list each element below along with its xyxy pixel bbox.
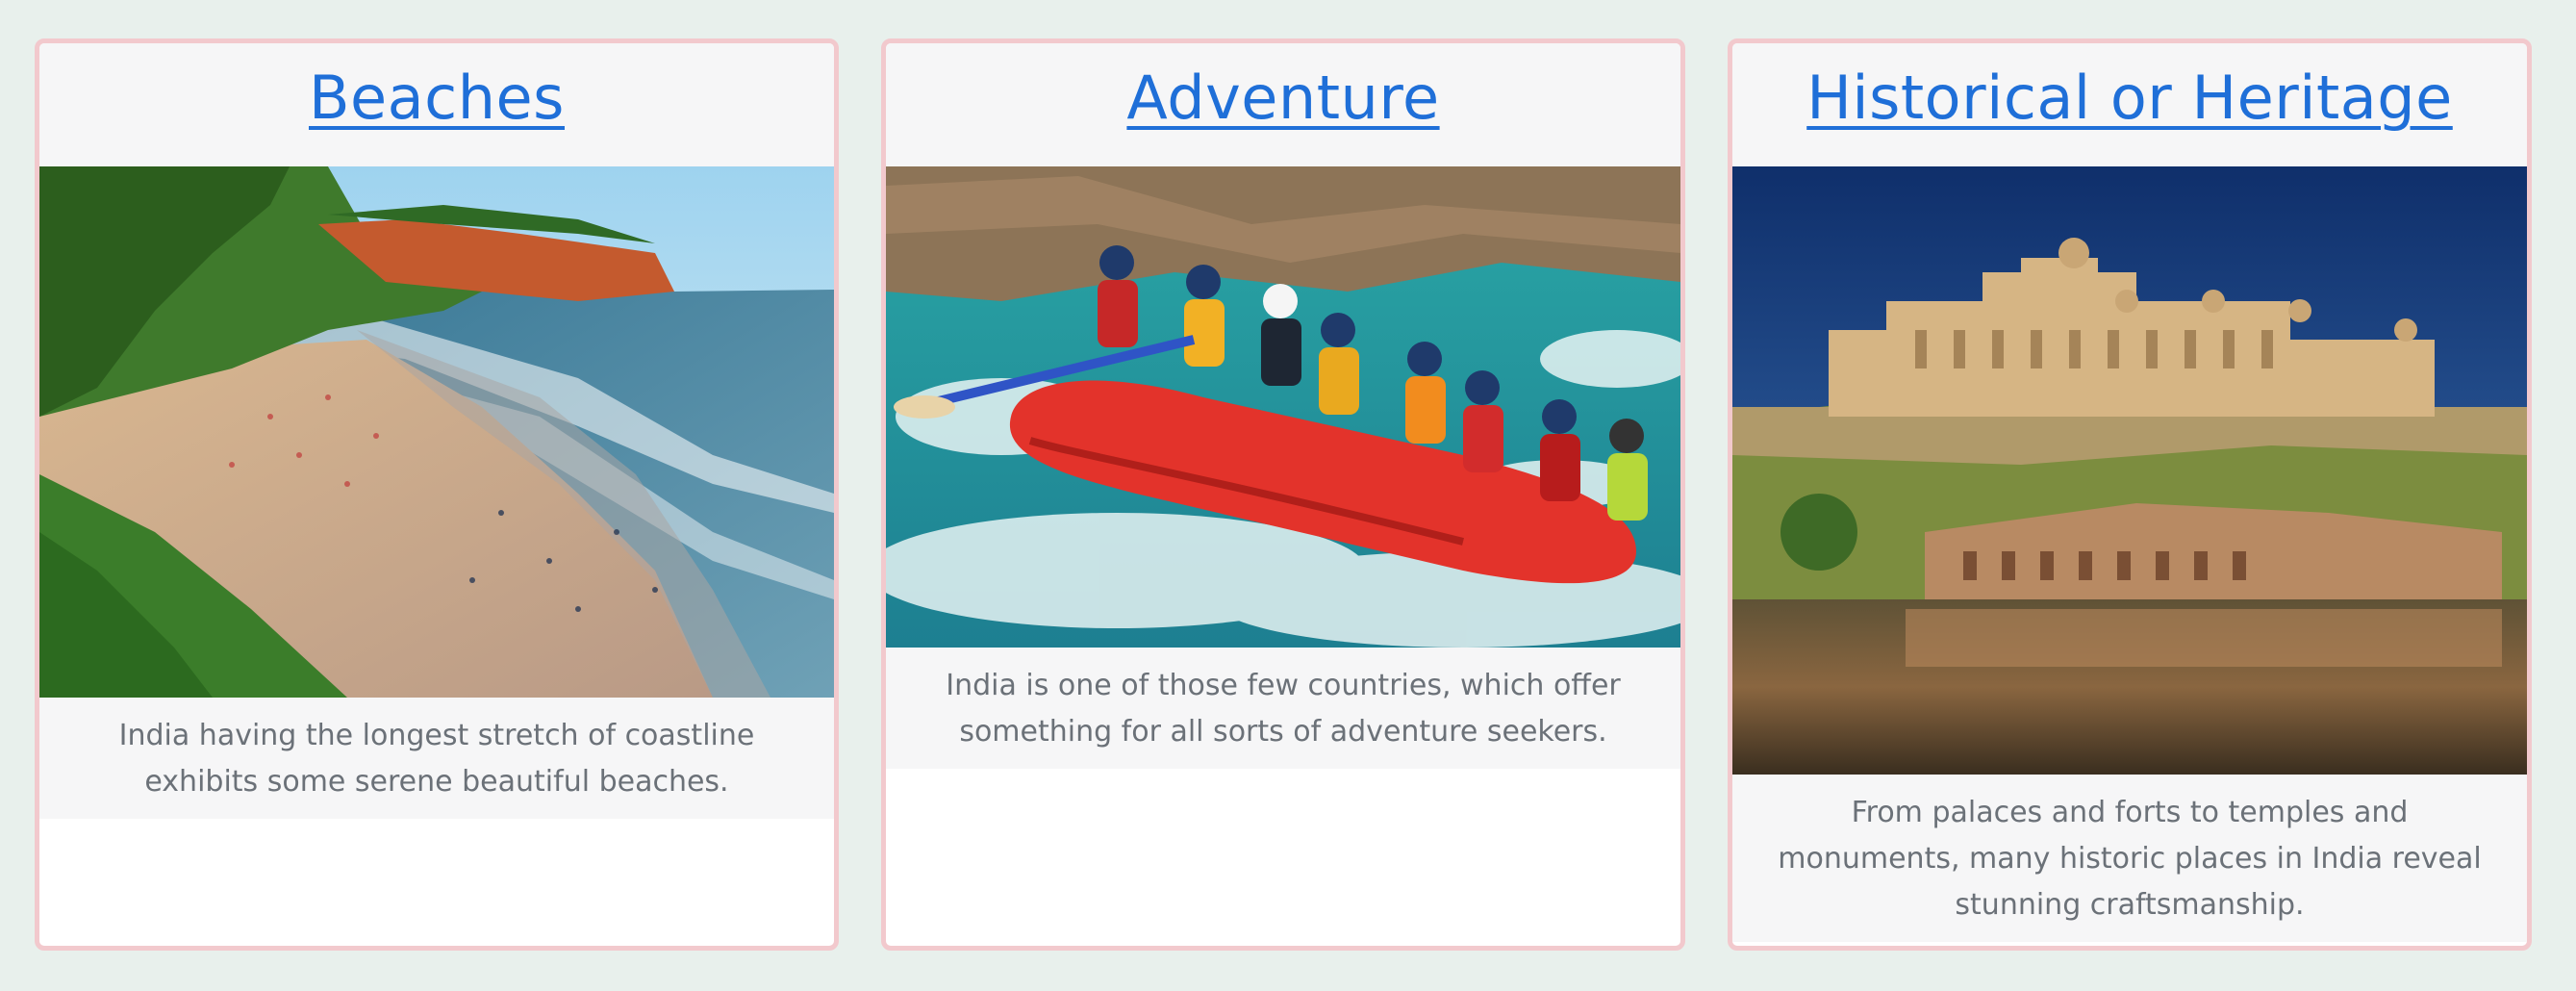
fort-image	[1732, 166, 2527, 775]
card-description: India is one of those few countries, whi…	[886, 648, 1680, 769]
category-card-row: Beaches India having the longest stretch…	[0, 0, 2576, 991]
adventure-link[interactable]: Adventure	[1126, 63, 1439, 133]
card-beaches: Beaches India having the longest stretch…	[35, 38, 839, 951]
heritage-link[interactable]: Historical or Heritage	[1806, 63, 2453, 133]
beaches-link[interactable]: Beaches	[309, 63, 565, 133]
card-description: From palaces and forts to temples and mo…	[1732, 775, 2527, 942]
card-heritage: Historical or Heritage From palaces and …	[1728, 38, 2532, 951]
card-header: Beaches	[39, 43, 834, 166]
card-header: Historical or Heritage	[1732, 43, 2527, 166]
card-description: India having the longest stretch of coas…	[39, 698, 834, 819]
beach-image	[39, 166, 834, 698]
rafting-image	[886, 166, 1680, 648]
card-adventure: Adventure India is one of those few coun…	[881, 38, 1685, 951]
card-header: Adventure	[886, 43, 1680, 166]
